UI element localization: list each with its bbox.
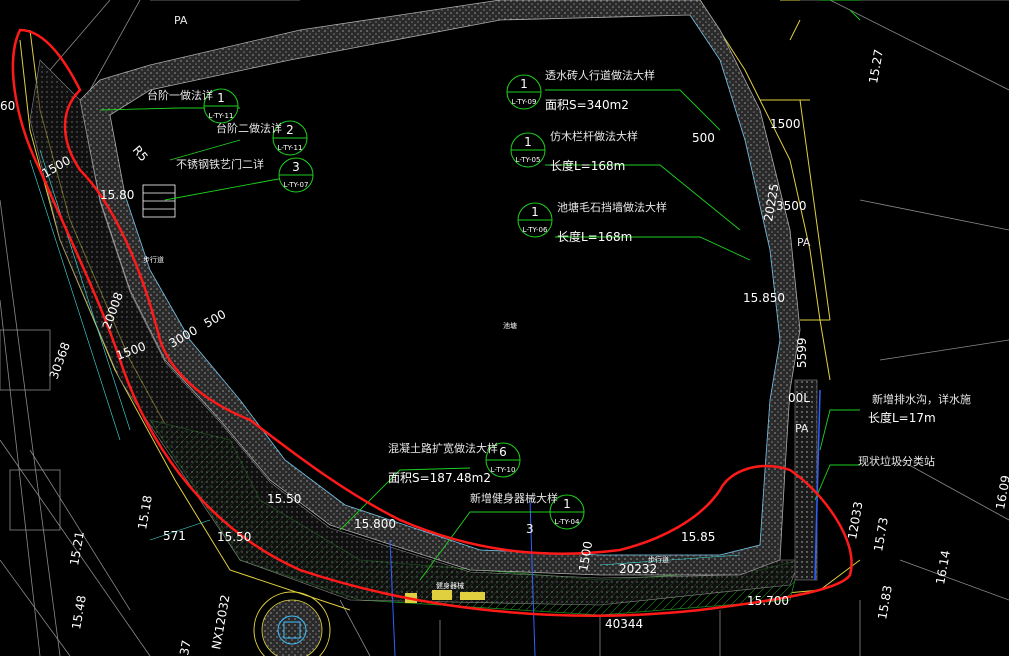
dimension: 5599 bbox=[795, 337, 809, 368]
dimension: 571 bbox=[163, 529, 186, 543]
elevation: 15.850 bbox=[743, 291, 785, 305]
callout-title: 台阶一做法详 bbox=[147, 88, 213, 102]
callout-ref: L-TY-10 bbox=[491, 466, 516, 474]
elevation: 15.80 bbox=[100, 188, 134, 202]
callout-ref: L-TY-07 bbox=[284, 181, 309, 189]
elevation: 15.18 bbox=[135, 494, 155, 530]
map-id: NX12032 bbox=[209, 594, 232, 651]
callout-title: 新增健身器械大样 bbox=[470, 491, 558, 505]
cad-drawing: 1 L-TY-09 透水砖人行道做法大样 面积S=340m2 1 L-TY-05… bbox=[0, 0, 1009, 656]
elevation: 15.48 bbox=[69, 594, 89, 630]
callout-num: 3 bbox=[292, 160, 300, 174]
callout-num: 6 bbox=[499, 445, 507, 459]
fountain bbox=[253, 591, 331, 656]
callout-ref: L-TY-09 bbox=[512, 98, 537, 106]
pump-note: 现状垃圾分类站 bbox=[858, 454, 935, 468]
radius-label: R5 bbox=[130, 143, 151, 164]
marker-number: 60 bbox=[0, 99, 15, 113]
callout-detail: 长度L=168m bbox=[550, 158, 625, 173]
elevation: 16.09 bbox=[993, 474, 1009, 510]
callout-num: 2 bbox=[286, 123, 294, 137]
elevation: 15.700 bbox=[747, 594, 789, 608]
callout-detail: 面积S=340m2 bbox=[545, 98, 629, 112]
callout-ref: L-TY-06 bbox=[523, 226, 548, 234]
dimension: 40344 bbox=[605, 617, 643, 631]
elevation: 15.27 bbox=[866, 48, 886, 84]
pond-label: 池塘 bbox=[503, 321, 517, 330]
callout-ref: L-TY-11 bbox=[209, 112, 234, 120]
fitness-tag: 健身器械 bbox=[436, 581, 464, 590]
right-strip bbox=[794, 379, 818, 581]
elevation: 15.800 bbox=[354, 517, 396, 531]
callout-num: 1 bbox=[217, 91, 225, 105]
dimension: 3500 bbox=[776, 199, 807, 213]
callout-title: 不锈钢铁艺门二详 bbox=[176, 157, 264, 171]
pa-label: PA bbox=[797, 236, 811, 249]
dimension: 12033 bbox=[845, 500, 865, 540]
walkway-tag: 步行道 bbox=[143, 255, 164, 264]
marker-number: 3 bbox=[526, 522, 534, 536]
callout-symbol-6: 3 L-TY-07 不锈钢铁艺门二详 bbox=[176, 157, 314, 193]
marker-number: 00L bbox=[788, 391, 810, 405]
stairs bbox=[142, 184, 176, 218]
callout-symbol-2: 1 L-TY-05 仿木栏杆做法大样 长度L=168m bbox=[510, 129, 638, 173]
elevation: 16.14 bbox=[933, 549, 953, 585]
elevation: 15.50 bbox=[217, 530, 251, 544]
callout-symbol-5: 2 L-TY-11 台阶二做法详 bbox=[216, 120, 308, 156]
walkway-ring bbox=[79, 0, 801, 576]
callout-symbol-7: 6 L-TY-10 混凝土路扩宽做法大样 面积S=187.48m2 bbox=[388, 441, 521, 485]
elevation: 15.50 bbox=[267, 492, 301, 506]
callout-num: 1 bbox=[531, 205, 539, 219]
callout-title: 仿木栏杆做法大样 bbox=[550, 129, 638, 143]
callout-ref: L-TY-11 bbox=[278, 144, 303, 152]
callout-num: 1 bbox=[520, 77, 528, 91]
pa-label: PA bbox=[174, 14, 188, 27]
drain-length: 长度L=17m bbox=[868, 410, 936, 425]
callout-title: 混凝土路扩宽做法大样 bbox=[388, 441, 498, 455]
callout-title: 台阶二做法详 bbox=[216, 121, 282, 135]
callout-ref: L-TY-05 bbox=[516, 156, 541, 164]
marker-number: 37 bbox=[177, 639, 193, 656]
dimension: 30368 bbox=[47, 340, 73, 381]
callout-symbol-4: 1 L-TY-11 台阶一做法详 bbox=[147, 88, 239, 124]
dimension: 500 bbox=[692, 131, 715, 145]
dimension: 20232 bbox=[619, 562, 657, 576]
callout-num: 1 bbox=[563, 497, 571, 511]
pa-label: PA bbox=[795, 422, 809, 435]
drain-note: 新增排水沟，详水施 bbox=[872, 392, 971, 406]
elevation: 15.83 bbox=[875, 584, 895, 620]
elevation: 15.85 bbox=[681, 530, 715, 544]
callout-detail: 面积S=187.48m2 bbox=[388, 471, 491, 485]
callout-detail: 长度L=168m bbox=[557, 229, 632, 244]
elevation: 15.73 bbox=[871, 516, 891, 552]
callout-title: 透水砖人行道做法大样 bbox=[545, 68, 655, 82]
callout-title: 池塘毛石挡墙做法大样 bbox=[557, 200, 667, 214]
callout-num: 1 bbox=[524, 135, 532, 149]
callout-ref: L-TY-04 bbox=[555, 518, 580, 526]
dimension: 500 bbox=[202, 307, 229, 331]
dimension: 1500 bbox=[770, 117, 801, 131]
